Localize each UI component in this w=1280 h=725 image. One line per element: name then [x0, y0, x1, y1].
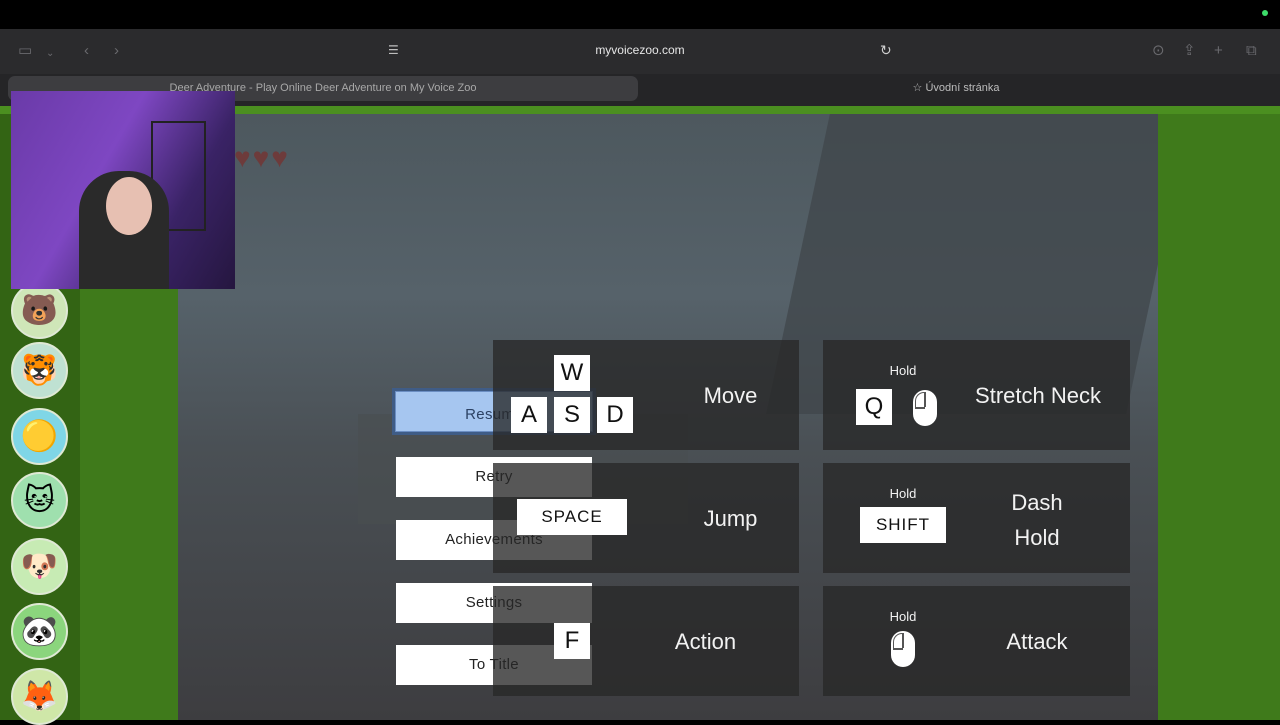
stretch-neck-label: Stretch Neck [975, 383, 1101, 408]
webcam-face [106, 177, 152, 235]
reload-icon[interactable]: ↻ [880, 42, 892, 59]
attack-label: Attack [1006, 629, 1068, 654]
action-label: Action [674, 629, 737, 654]
panda-icon: 🐼 [20, 615, 59, 648]
control-panel-jump: SPACE Jump [493, 463, 799, 573]
key-f: F [554, 623, 590, 659]
hold-label: Hold [889, 486, 917, 501]
tab-overview-icon[interactable]: ⧉ [1246, 42, 1257, 60]
download-icon[interactable]: ⊙ [1152, 42, 1165, 60]
camera-indicator-icon [1262, 10, 1268, 16]
bear-icon: 🐻 [20, 294, 59, 327]
key-q: Q [856, 389, 892, 425]
key-a: A [511, 397, 547, 433]
bear-rabbit-avatar[interactable]: 🐻 [11, 282, 68, 339]
browser-toolbar: ▭ ⌄ ‹ › ☰ myvoicezoo.com ↻ ⊙ ⇪ + ⧉ [0, 29, 1280, 74]
cat-icon: 🐱 [23, 484, 56, 517]
control-panel-move: W A S D Move [493, 340, 799, 450]
health-hearts-icon: ♥♥♥ [234, 142, 290, 173]
star-icon: ☆ [912, 82, 926, 94]
control-panel-stretch-neck: Hold Q Stretch Neck [823, 340, 1130, 450]
panda-avatar[interactable]: 🐼 [11, 603, 68, 660]
control-panel-dash: Hold SHIFT Dash Hold [823, 463, 1130, 573]
dash-hold-label: Hold [1014, 525, 1060, 550]
mouse-left-icon [891, 631, 915, 667]
move-label: Move [703, 383, 758, 408]
tab-home[interactable]: ☆ Úvodní stránka [640, 76, 1272, 101]
key-s: S [554, 397, 590, 433]
fox-icon: 🦊 [20, 680, 59, 713]
tab-home-label: Úvodní stránka [925, 82, 1000, 94]
mouse-left-icon [913, 390, 937, 426]
pacman-icon: 🟡 [20, 420, 59, 453]
key-shift: SHIFT [860, 507, 946, 543]
key-d: D [597, 397, 633, 433]
control-panel-attack: Hold Attack [823, 586, 1130, 696]
tiger-icon: 🐯 [20, 354, 59, 387]
hold-label: Hold [889, 363, 917, 378]
cat-dog-avatar[interactable]: 🐱 [11, 472, 68, 529]
hold-label: Hold [889, 609, 917, 624]
corgi-avatar[interactable]: 🐶 [11, 538, 68, 595]
new-tab-icon[interactable]: + [1214, 42, 1223, 60]
key-w: W [554, 355, 590, 391]
jump-label: Jump [703, 506, 758, 531]
tiger-avatar[interactable]: 🐯 [11, 342, 68, 399]
share-icon[interactable]: ⇪ [1183, 42, 1196, 60]
dash-label: Dash [1011, 490, 1063, 515]
pacman-avatar[interactable]: 🟡 [11, 408, 68, 465]
key-space: SPACE [517, 499, 627, 535]
address-bar[interactable]: myvoicezoo.com [0, 43, 1280, 57]
screen-top-bar [0, 0, 1280, 29]
webcam-overlay [11, 91, 235, 289]
corgi-icon: 🐶 [20, 550, 59, 583]
control-panel-action: F Action [493, 586, 799, 696]
fox-avatar[interactable]: 🦊 [11, 668, 68, 725]
